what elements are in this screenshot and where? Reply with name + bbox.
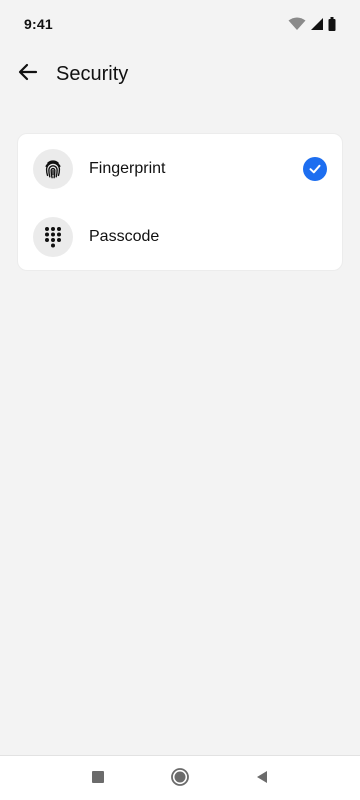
keypad-icon xyxy=(33,217,73,257)
selected-check-icon xyxy=(303,157,327,181)
system-nav-bar xyxy=(0,755,360,800)
recents-square-icon xyxy=(92,770,104,788)
back-button[interactable] xyxy=(8,54,48,94)
battery-icon xyxy=(328,17,336,31)
back-triangle-icon xyxy=(255,770,269,789)
home-button[interactable] xyxy=(169,767,191,792)
cellular-signal-icon xyxy=(310,17,324,31)
status-time: 9:41 xyxy=(24,16,53,32)
app-bar: Security xyxy=(0,52,360,96)
page-title: Security xyxy=(56,62,129,85)
fingerprint-icon xyxy=(33,149,73,189)
nav-back-button[interactable] xyxy=(251,768,273,790)
arrow-left-icon xyxy=(17,61,39,88)
status-icons xyxy=(288,17,336,31)
status-bar: 9:41 xyxy=(0,0,360,48)
option-passcode[interactable]: Passcode xyxy=(18,207,342,267)
option-label-passcode: Passcode xyxy=(89,228,160,245)
wifi-icon xyxy=(288,17,306,31)
option-label-fingerprint: Fingerprint xyxy=(89,160,166,177)
security-options-card: Fingerprint Passcode xyxy=(17,133,343,271)
home-circle-icon xyxy=(170,767,190,792)
option-fingerprint[interactable]: Fingerprint xyxy=(18,139,342,199)
recents-button[interactable] xyxy=(87,768,109,790)
